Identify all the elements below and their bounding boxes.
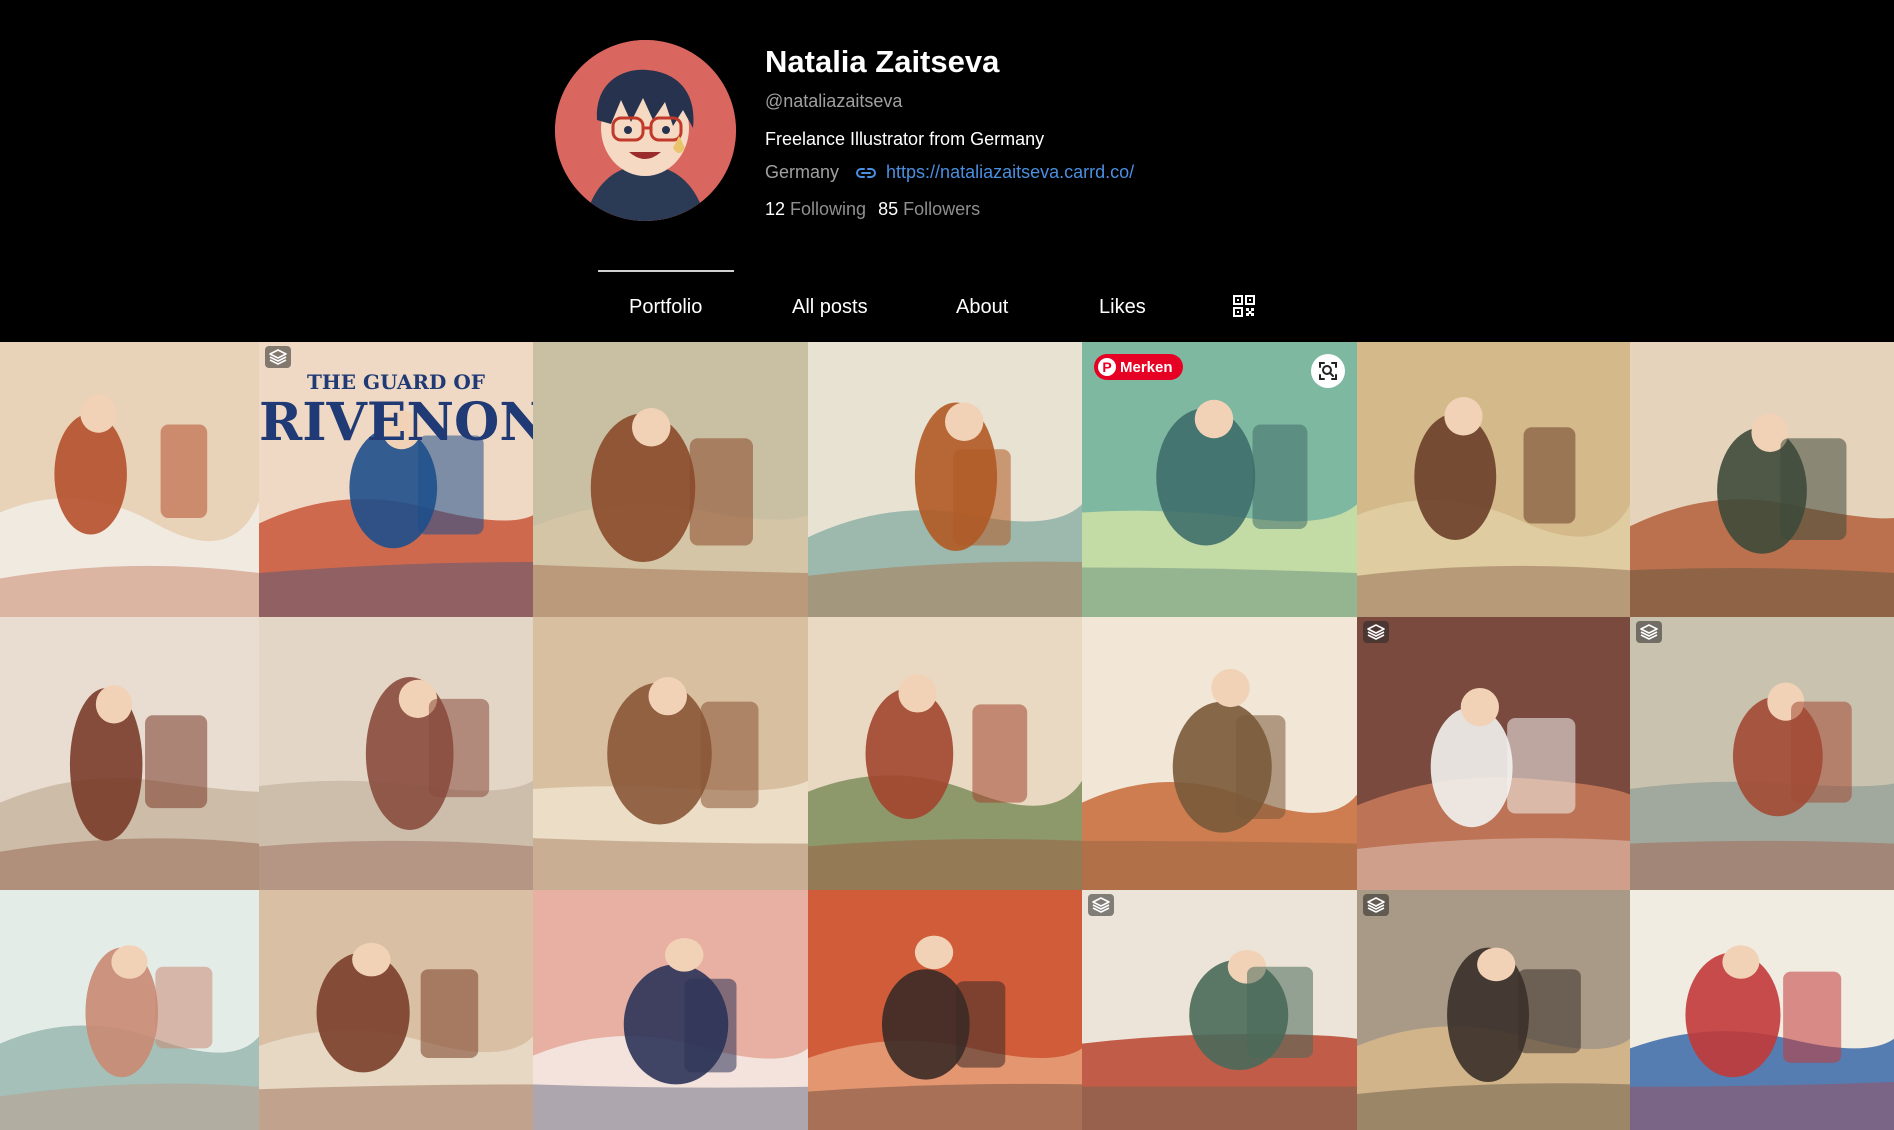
country-label: Germany	[765, 162, 840, 182]
gallery-tile[interactable]	[0, 890, 259, 1130]
gallery-tile[interactable]	[1082, 890, 1357, 1130]
artwork-thumbnail	[1630, 617, 1894, 890]
pinterest-save-button[interactable]: P Merken	[1094, 354, 1183, 380]
gallery-tile[interactable]	[533, 342, 808, 617]
tab-all-posts[interactable]: All posts	[792, 296, 868, 319]
following-count: 12	[765, 199, 786, 219]
gallery-tile[interactable]: THE GUARD OF RIVENON	[259, 342, 533, 617]
gallery-tile[interactable]: P Merken	[1082, 342, 1357, 617]
gallery-tile[interactable]	[259, 890, 533, 1130]
gallery-tile[interactable]	[533, 617, 808, 890]
artwork-thumbnail	[0, 342, 259, 617]
gallery-tile[interactable]	[0, 617, 259, 890]
artwork-thumbnail	[259, 617, 533, 890]
artwork-thumbnail	[1357, 617, 1630, 890]
tab-about[interactable]: About	[956, 296, 1008, 319]
artwork-thumbnail	[1082, 617, 1357, 890]
poster-title-line1: THE GUARD OF	[307, 370, 485, 394]
display-name: Natalia Zaitseva	[765, 44, 1000, 79]
gallery-tile[interactable]	[1082, 617, 1357, 890]
artwork-thumbnail	[533, 617, 808, 890]
location-row: Germany https://nataliazaitseva.carrd.co…	[765, 162, 1134, 183]
gallery-tile[interactable]	[1357, 890, 1630, 1130]
artwork-thumbnail	[808, 617, 1082, 890]
tab-likes[interactable]: Likes	[1099, 296, 1146, 319]
gallery-tile[interactable]	[533, 890, 808, 1130]
following-label: Following	[790, 199, 867, 219]
profile-header: Natalia Zaitseva @nataliazaitseva Freela…	[0, 0, 1894, 340]
multi-image-icon	[1088, 894, 1114, 916]
save-button-label: Merken	[1120, 358, 1173, 376]
qr-code-icon[interactable]	[1232, 294, 1256, 318]
pinterest-icon: P	[1098, 358, 1116, 376]
following-stat[interactable]: 12 Following	[765, 199, 866, 220]
gallery-tile[interactable]	[0, 342, 259, 617]
gallery-tile[interactable]	[1357, 617, 1630, 890]
gallery-tile[interactable]	[808, 617, 1082, 890]
gallery-tile[interactable]	[808, 342, 1082, 617]
gallery-tile[interactable]	[1357, 342, 1630, 617]
artwork-thumbnail	[533, 342, 808, 617]
multi-image-icon	[1363, 621, 1389, 643]
followers-label: Followers	[903, 199, 981, 219]
multi-image-icon	[1636, 621, 1662, 643]
link-icon	[855, 166, 877, 180]
poster-title-line2: RIVENON	[259, 392, 533, 453]
tab-portfolio[interactable]: Portfolio	[629, 296, 702, 319]
gallery-tile[interactable]	[1630, 617, 1894, 890]
artwork-thumbnail	[1630, 890, 1894, 1130]
website-link[interactable]: https://nataliazaitseva.carrd.co/	[886, 162, 1134, 183]
profile-bio: Freelance Illustrator from Germany	[765, 129, 1045, 149]
gallery-tile[interactable]	[1630, 342, 1894, 617]
followers-count: 85	[878, 199, 899, 219]
artwork-thumbnail	[0, 890, 259, 1130]
portfolio-grid: THE GUARD OF RIVENON P Merken	[0, 342, 1894, 1130]
artwork-thumbnail	[1357, 342, 1630, 617]
artwork-thumbnail	[808, 890, 1082, 1130]
multi-image-icon	[265, 346, 291, 368]
active-tab-indicator	[598, 270, 734, 272]
multi-image-icon	[1363, 894, 1389, 916]
follow-stats: 12 Following 85 Followers	[765, 199, 980, 220]
profile-tabs: Portfolio All posts About Likes	[598, 270, 1298, 340]
visual-search-icon[interactable]	[1311, 354, 1345, 388]
artwork-thumbnail	[259, 890, 533, 1130]
avatar[interactable]	[555, 40, 736, 221]
artwork-thumbnail	[1357, 890, 1630, 1130]
artwork-thumbnail	[533, 890, 808, 1130]
gallery-tile[interactable]	[259, 617, 533, 890]
artwork-thumbnail	[0, 617, 259, 890]
username-handle: @nataliazaitseva	[765, 91, 903, 111]
artwork-thumbnail	[1082, 890, 1357, 1130]
gallery-tile[interactable]	[808, 890, 1082, 1130]
avatar-illustration	[555, 40, 736, 221]
gallery-tile[interactable]	[1630, 890, 1894, 1130]
followers-stat[interactable]: 85 Followers	[878, 199, 980, 220]
artwork-thumbnail	[808, 342, 1082, 617]
artwork-thumbnail	[1630, 342, 1894, 617]
